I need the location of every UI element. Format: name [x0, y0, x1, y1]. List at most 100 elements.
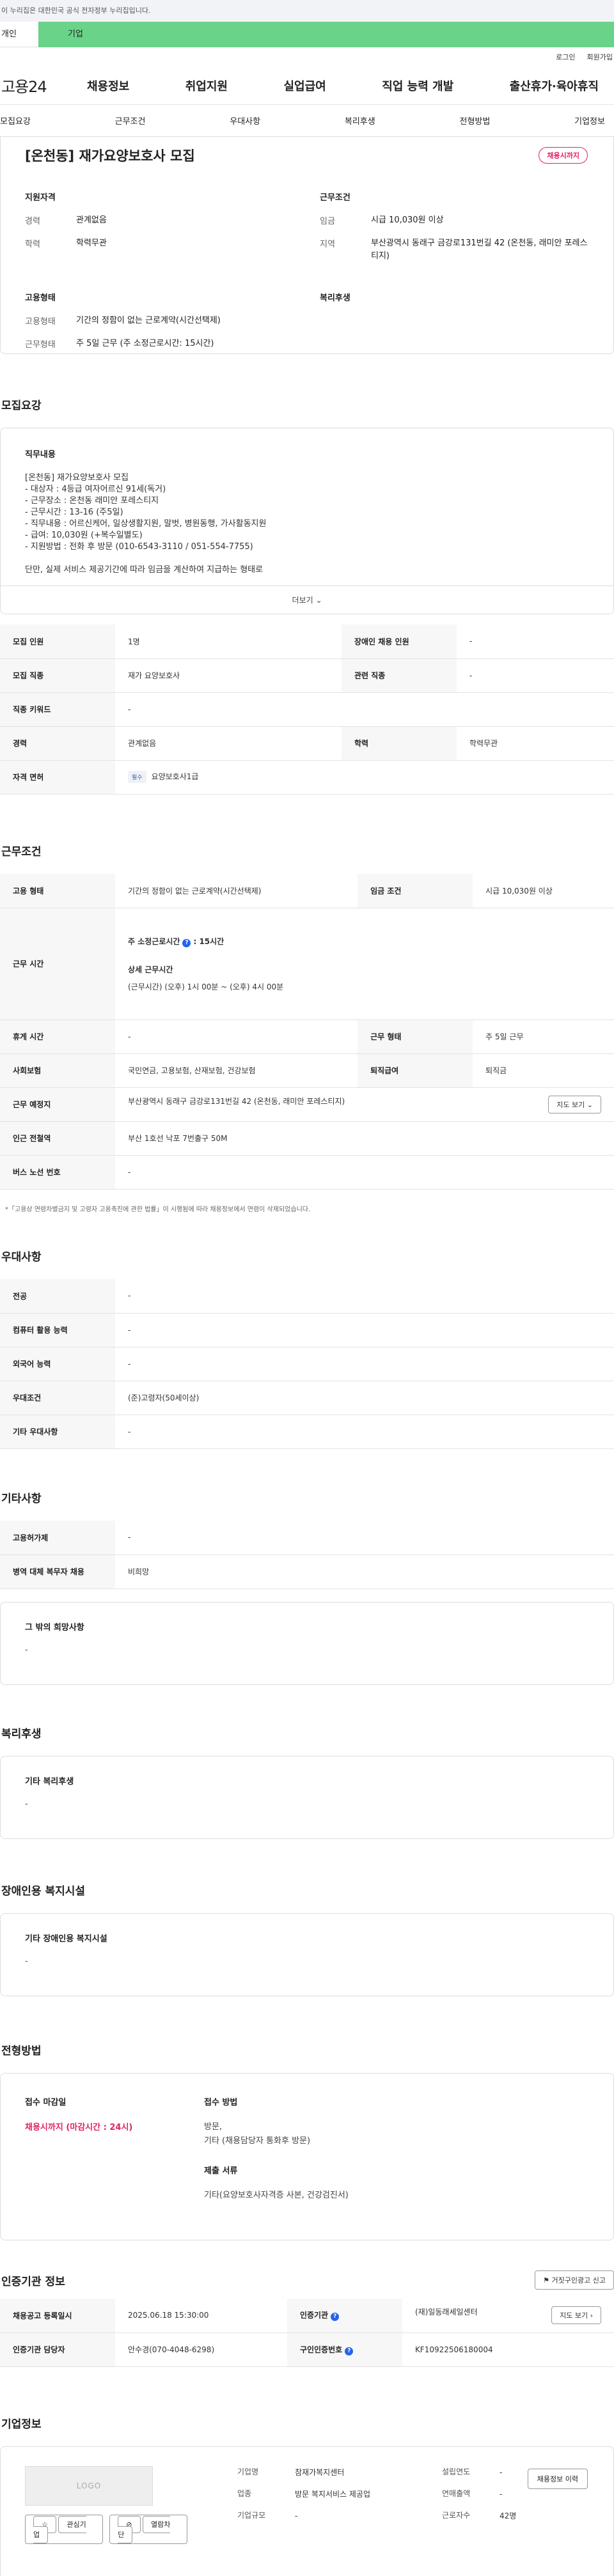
- gnb-item-training[interactable]: 직업 능력 개발: [372, 77, 464, 94]
- table-row: 자격 면허 필수 요양보호사1급: [0, 760, 614, 795]
- anchor-welfare[interactable]: 복리후생: [345, 114, 375, 127]
- label: 근무형태: [25, 340, 56, 350]
- question-icon[interactable]: ?: [182, 938, 191, 947]
- label: 지역: [320, 240, 335, 249]
- anchor-pref[interactable]: 우대사항: [230, 114, 260, 127]
- duty-line: - 대상자 : 4등급 여자어르신 91세(독거): [25, 485, 166, 494]
- duty-line: - 지원방법 : 전화 후 방문 (010-6543-3110 / 051-55…: [25, 542, 253, 552]
- value: 42명: [500, 2511, 517, 2520]
- table-header: 경력: [0, 726, 115, 761]
- table-header: 인증기관?: [287, 2299, 402, 2333]
- welfare-heading: 복리후생: [320, 293, 350, 303]
- method-heading: 접수 방법: [204, 2098, 238, 2107]
- docs-heading: 제출 서류: [204, 2166, 238, 2176]
- favorite-company-button[interactable]: ☆ 관심기업: [25, 2515, 104, 2544]
- age-note: *「고용상 연령차별금지 및 고령자 고용촉진에 관한 법률」이 시행됨에 따라…: [5, 1206, 311, 1213]
- signup-link[interactable]: 회원가입: [587, 52, 613, 62]
- section-title: 우대사항: [1, 1251, 42, 1264]
- gnb-item-employment-support[interactable]: 취업지원: [175, 77, 238, 94]
- section-title: 기업정보: [1, 2418, 42, 2431]
- chevron-right-icon: ›: [590, 2311, 593, 2320]
- method-value: 기타 (채용담당자 통화후 방문): [204, 2136, 311, 2146]
- table-cell: 퇴직금: [473, 1053, 614, 1088]
- label: 근로자수: [442, 2511, 471, 2520]
- cert-header: 인증기관 정보 ⚑ 거짓구인광고 신고: [0, 2270, 614, 2290]
- anchor-process[interactable]: 전형방법: [460, 114, 491, 127]
- chevron-down-icon: ⌄: [315, 596, 322, 605]
- table-header: 휴게 시간: [0, 1020, 115, 1054]
- table-header: 구인인증번호?: [287, 2332, 402, 2367]
- duty-card: 직무내용 [온천동] 재가요양보호사 모집 - 대상자 : 4등급 여자어르신 …: [0, 428, 614, 614]
- anchor-recruit[interactable]: 모집요강: [0, 114, 31, 127]
- block-view-button[interactable]: ⊘ 열람차단: [109, 2515, 187, 2544]
- site-logo[interactable]: 고용24: [0, 74, 77, 97]
- label: 고용형태: [25, 317, 56, 327]
- table-header: 학력: [341, 726, 457, 761]
- table-cell: 국민연금, 고용보험, 산재보험, 건강보험: [115, 1053, 358, 1088]
- value: -: [295, 2511, 298, 2520]
- table-row: 근무 예정지 부산광역시 동래구 금강로131번길 42 (온천동, 래미안 포…: [0, 1087, 614, 1122]
- table-header: 우대조건: [0, 1381, 115, 1415]
- duty-line: 단만, 실제 서비스 제공기간에 따라 임금을 계산하여 지급하는 형태로: [25, 565, 264, 575]
- gnb-item-leave[interactable]: 출산휴가·육아휴직: [500, 77, 609, 94]
- table-cell: -: [115, 1155, 614, 1190]
- summary-lower: 고용형태 고용형태 기간의 정함이 없는 근로계약(시간선택제) 근무형태 주 5일…: [25, 291, 589, 361]
- gnb-item-unemployment[interactable]: 실업급여: [274, 77, 336, 94]
- table-row: 고용허가제 -: [0, 1521, 614, 1555]
- conditions-heading: 근무조건: [320, 193, 350, 203]
- report-fake-ad-button[interactable]: ⚑ 거짓구인광고 신고: [535, 2270, 614, 2290]
- table-cell: 비희망: [115, 1555, 614, 1589]
- deadline-block: 접수 마감일 채용시까지 (마감시간 : 24시): [25, 2095, 204, 2218]
- company-actions: ☆ 관심기업 ⊘ 열람차단: [25, 2515, 187, 2544]
- tab-business[interactable]: 기업: [38, 22, 614, 47]
- table-cell: 1명: [115, 625, 342, 659]
- anchor-company[interactable]: 기업정보: [574, 114, 605, 127]
- cert-map-button[interactable]: 지도 보기 ›: [551, 2306, 601, 2325]
- login-link[interactable]: 로그인: [556, 52, 575, 62]
- recruit-table: 모집 인원 1명 장애인 채용 인원 - 모집 직종 재가 요양보호사 관련 직…: [0, 625, 614, 795]
- table-row: 모집 인원 1명 장애인 채용 인원 -: [0, 625, 614, 659]
- num-label: 구인인증번호: [299, 2345, 343, 2354]
- duty-line: - 근무장소 : 온천동 래미안 포레스티지: [25, 496, 159, 506]
- welfare-value: -: [25, 1799, 28, 1809]
- table-row: 인근 전철역 부산 1호선 낙포 7번출구 50M: [0, 1121, 614, 1156]
- anchor-work[interactable]: 근무조건: [115, 114, 146, 127]
- weekly-hours: 주 소정근로시간?: 15시간: [128, 936, 601, 947]
- table-cell: (준)고령자(50세이상): [115, 1381, 614, 1415]
- table-header: 장애인 채용 인원: [341, 625, 457, 659]
- disabled-fac-value: -: [25, 1957, 28, 1966]
- table-row: 고용 형태 기간의 정함이 없는 근로계약(시간선택제) 임금 조건 시급 10…: [0, 874, 614, 908]
- weekly-hours-value: : 15시간: [193, 936, 224, 946]
- map-button[interactable]: 지도 보기 ⌄: [548, 1095, 601, 1113]
- tab-personal[interactable]: 개인: [0, 22, 38, 47]
- section-title: 근무조건: [1, 846, 42, 858]
- gnb-item-jobs[interactable]: 채용정보: [77, 77, 139, 94]
- company-section: 기업정보 LOGO ☆ 관심기업 ⊘ 열람차단 기업명 참재가복지센터 설립연도…: [0, 2415, 614, 2576]
- recruit-history-button[interactable]: 채용정보 이력: [527, 2469, 588, 2489]
- table-header: 직종 키워드: [0, 692, 115, 727]
- table-row: 기타 우대사항 -: [0, 1415, 614, 1449]
- method-value: 방문,: [204, 2122, 223, 2132]
- table-cell: 시급 10,030원 이상: [473, 874, 614, 908]
- duty-line: - 급여: 10,030원 (+복수일별도): [25, 531, 143, 540]
- value: 주 5일 근무 (주 소정근로시간: 15시간): [76, 339, 214, 348]
- table-cell: -: [115, 1521, 614, 1555]
- question-icon[interactable]: ?: [345, 2347, 354, 2355]
- table-header: 근무 형태: [358, 1020, 473, 1054]
- label: 설립연도: [442, 2467, 471, 2476]
- gov-banner: 이 누리집은 대한민국 공식 전자정부 누리집입니다.: [0, 0, 614, 22]
- process-card: 접수 마감일 채용시까지 (마감시간 : 24시) 접수 방법 방문, 기타 (…: [0, 2073, 614, 2240]
- table-header: 컴퓨터 활용 능력: [0, 1313, 115, 1347]
- welfare-card: 기타 복리후생 -: [0, 1756, 614, 1839]
- question-icon[interactable]: ?: [331, 2313, 340, 2322]
- sales-value: -: [500, 2490, 503, 2499]
- table-row: 인증기관 담당자 안수경(070-4048-6298) 구인인증번호? KF10…: [0, 2332, 614, 2367]
- map-button-label: 지도 보기: [556, 1100, 585, 1109]
- table-header: 퇴직급여: [358, 1053, 473, 1088]
- more-button[interactable]: 더보기 ⌄: [1, 586, 613, 614]
- value: 시급 10,030원 이상: [371, 215, 444, 225]
- table-cell: KF10922506180004: [402, 2332, 614, 2367]
- table-cell: (재)일동래세일센터 지도 보기 ›: [402, 2299, 614, 2333]
- table-cell: -: [115, 1347, 614, 1381]
- label: 기업명: [237, 2467, 259, 2476]
